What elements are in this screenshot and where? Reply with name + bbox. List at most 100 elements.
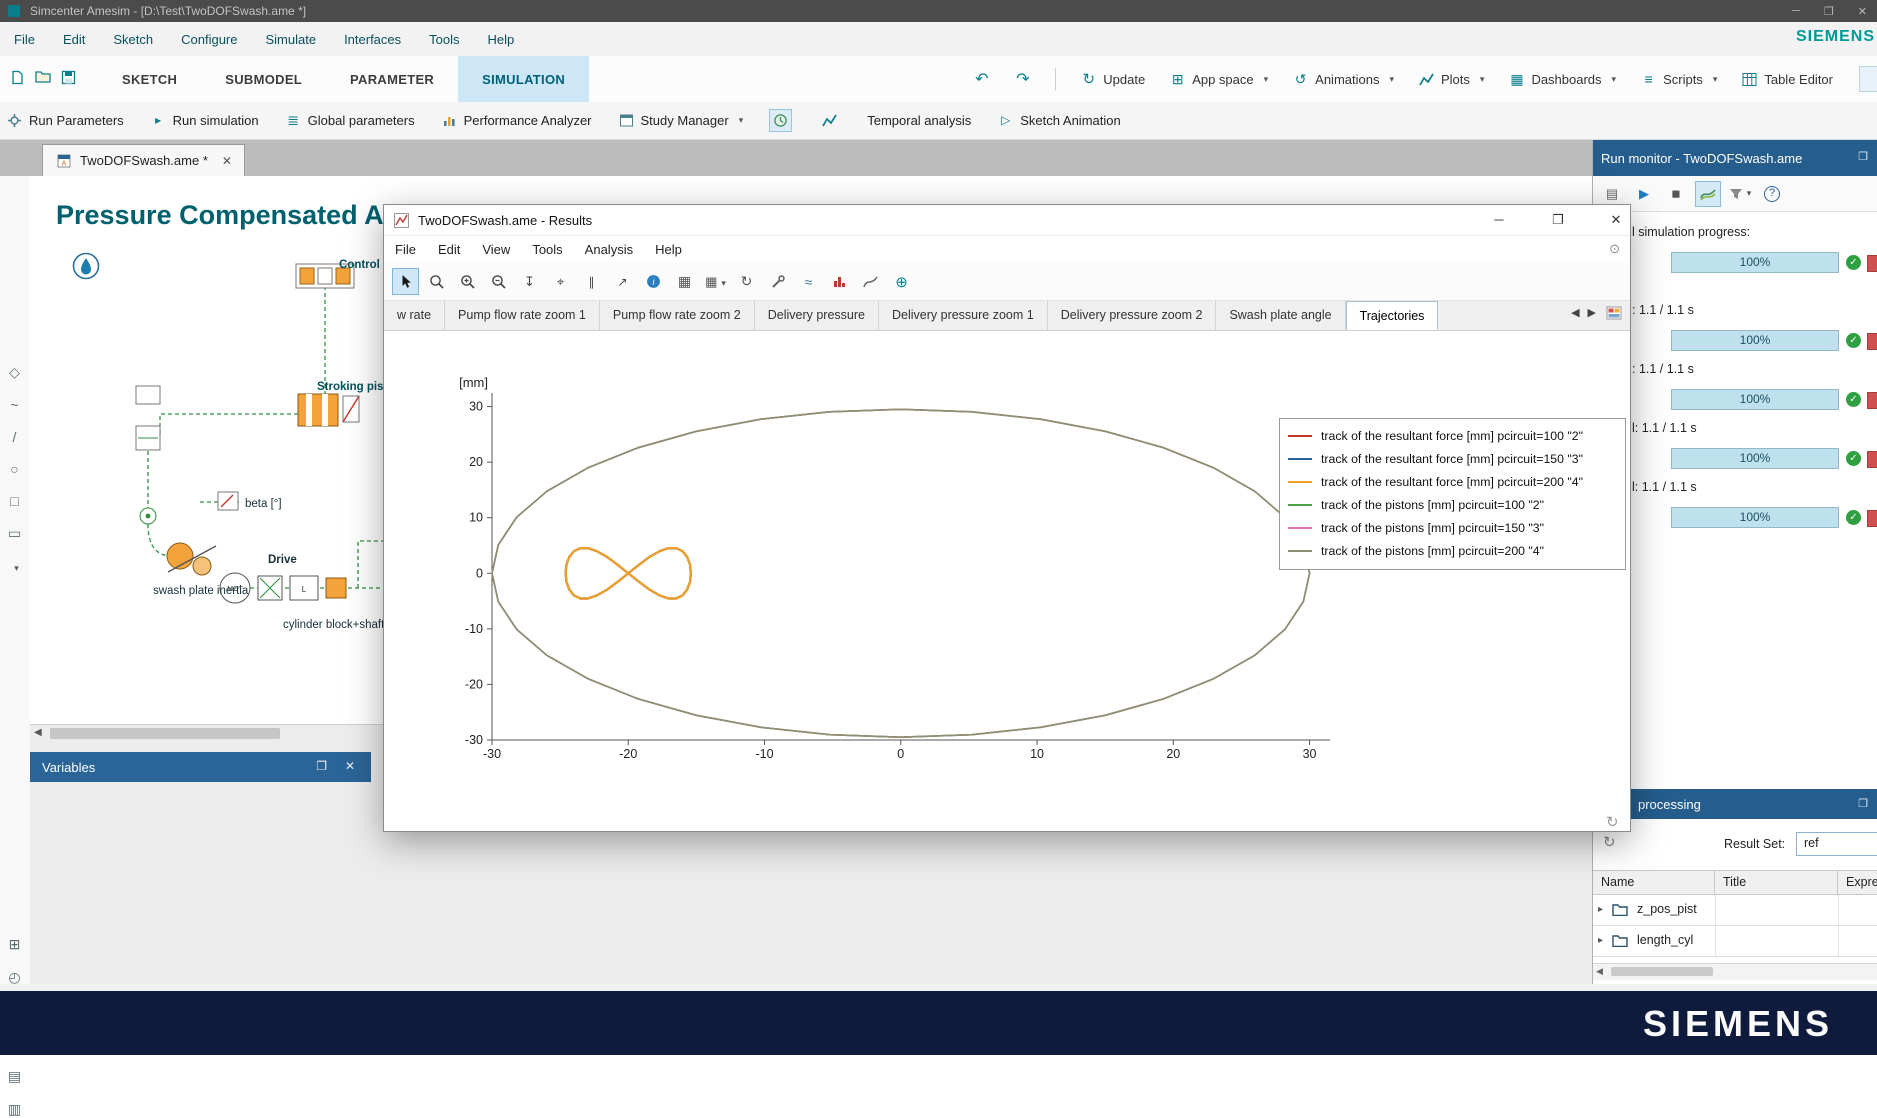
tab-list-icon[interactable] <box>1606 305 1622 324</box>
action-app-space[interactable]: ⊞ App space ▾ <box>1169 71 1268 88</box>
sim-run-simulation[interactable]: ▸ Run simulation <box>150 112 259 129</box>
column-header-name[interactable]: Name <box>1593 871 1715 894</box>
results-menu-tools[interactable]: Tools <box>521 242 573 257</box>
tool-more-icon[interactable]: ▾ <box>10 558 19 574</box>
column-header-expres[interactable]: Expres <box>1838 871 1877 894</box>
scroll-thumb[interactable] <box>1611 967 1713 976</box>
run-monitor-header[interactable]: Run monitor - TwoDOFSwash.ame ❐ <box>1593 140 1877 176</box>
menu-sketch[interactable]: Sketch <box>99 32 167 47</box>
monitor-tool-help[interactable]: ? <box>1759 181 1785 207</box>
panel-close-icon[interactable]: ✕ <box>345 759 355 773</box>
panel-dock-icon[interactable]: ❐ <box>1858 150 1868 163</box>
tool-circle-icon[interactable]: ○ <box>10 461 18 477</box>
plot-tool-zoomout[interactable] <box>485 268 512 295</box>
tool-panel-icon[interactable]: ▥ <box>8 1101 21 1118</box>
results-menu-help[interactable]: Help <box>644 242 693 257</box>
monitor-tool-monitor[interactable]: ▤ <box>1599 181 1625 207</box>
tabs-next-icon[interactable]: ▶ <box>1588 306 1596 319</box>
tool-signal-icon[interactable]: ~ <box>10 397 18 413</box>
plot-tool-markerslope[interactable]: ↗ <box>609 268 636 295</box>
table-row-length-cyl[interactable]: ▸ length_cyl <box>1593 926 1877 957</box>
plot-tool-zoomdyn[interactable] <box>423 268 450 295</box>
sim-global-parameters[interactable]: ≣ Global parameters <box>285 112 414 129</box>
sim-study-manager[interactable]: Study Manager ▾ <box>618 112 743 129</box>
undo-icon[interactable]: ↶ <box>973 71 990 88</box>
plot-tab-pump-flow-rate-zoom-1[interactable]: Pump flow rate zoom 1 <box>445 301 600 330</box>
temporal1-button[interactable] <box>769 109 793 132</box>
window-minimize-button[interactable]: ─ <box>1792 5 1800 17</box>
plot-tab-delivery-pressure[interactable]: Delivery pressure <box>755 301 879 330</box>
tool-shape-icon[interactable]: ▭ <box>8 525 21 542</box>
plot-tool-tablemenu[interactable]: ▦ ▾ <box>702 268 729 295</box>
tab-close-icon[interactable]: ✕ <box>222 154 232 168</box>
expand-arrow-icon[interactable]: ▸ <box>1598 904 1603 915</box>
column-header-title[interactable]: Title <box>1715 871 1838 894</box>
plot-tool-zoomin[interactable] <box>454 268 481 295</box>
temporal2-button[interactable] <box>818 109 841 132</box>
clipped-action-icon[interactable] <box>1867 510 1877 527</box>
action-table-editor[interactable]: Table Editor <box>1741 71 1833 88</box>
plot-tab-delivery-pressure-zoom-1[interactable]: Delivery pressure zoom 1 <box>879 301 1048 330</box>
plot-tab-delivery-pressure-zoom-2[interactable]: Delivery pressure zoom 2 <box>1048 301 1217 330</box>
monitor-tool-plotcurves[interactable] <box>1695 180 1721 207</box>
plot-tool-curveexp[interactable] <box>857 268 884 295</box>
pin-icon[interactable]: ⊙ <box>1609 241 1620 257</box>
plot-tab-w-rate[interactable]: w rate <box>384 301 446 330</box>
plot-tool-table[interactable]: ▦ <box>671 268 698 295</box>
menu-file[interactable]: File <box>0 32 49 47</box>
panel-dock-icon[interactable]: ❐ <box>1858 797 1868 810</box>
menu-simulate[interactable]: Simulate <box>251 32 330 47</box>
action-animations[interactable]: ↺ Animations ▾ <box>1292 71 1394 88</box>
plot-tool-cursor[interactable] <box>392 268 419 295</box>
scroll-left-icon[interactable]: ◀ <box>34 727 42 738</box>
scroll-left-icon[interactable]: ◀ <box>1596 966 1603 977</box>
mode-tab-sketch[interactable]: SKETCH <box>98 56 201 102</box>
mode-tab-simulation[interactable]: SIMULATION <box>458 56 590 102</box>
monitor-tool-filter[interactable]: ▾ <box>1727 181 1753 207</box>
menu-interfaces[interactable]: Interfaces <box>330 32 415 47</box>
refresh-results-icon[interactable]: ↻ <box>1603 833 1616 851</box>
plot-tab-pump-flow-rate-zoom-2[interactable]: Pump flow rate zoom 2 <box>600 301 755 330</box>
mode-tab-submodel[interactable]: SUBMODEL <box>201 56 326 102</box>
plot-tool-addcircle[interactable]: ⊕ <box>888 268 915 295</box>
plot-tab-swash-plate-angle[interactable]: Swash plate angle <box>1216 301 1346 330</box>
sim-run-parameters[interactable]: Run Parameters <box>6 112 124 129</box>
clipped-action-icon[interactable] <box>1867 333 1877 350</box>
tool-line-icon[interactable]: / <box>13 429 17 445</box>
results-menu-view[interactable]: View <box>471 242 521 257</box>
results-menu-edit[interactable]: Edit <box>427 242 471 257</box>
plot-tool-markerplus[interactable]: ⌖ <box>547 268 574 295</box>
action-plots[interactable]: Plots ▾ <box>1418 71 1484 88</box>
results-title-bar[interactable]: TwoDOFSwash.ame - Results ─ ❐ ✕ <box>384 205 1630 236</box>
plot-tool-histogram[interactable] <box>826 268 853 295</box>
menu-configure[interactable]: Configure <box>167 32 251 47</box>
clipped-action-icon[interactable] <box>1867 392 1877 409</box>
tool-rect-icon[interactable]: □ <box>10 493 18 509</box>
open-file-button[interactable] <box>35 70 51 88</box>
window-maximize-button[interactable]: ❐ <box>1824 5 1834 18</box>
post-processing-header[interactable]: processing ❐ <box>1593 789 1877 819</box>
tabs-prev-icon[interactable]: ◀ <box>1571 306 1579 319</box>
sim-performance-analyzer[interactable]: Performance Analyzer <box>441 112 592 129</box>
expand-arrow-icon[interactable]: ▸ <box>1598 935 1603 946</box>
clipped-action-icon[interactable] <box>1867 451 1877 468</box>
post-table-hscrollbar[interactable]: ◀ <box>1593 963 1877 980</box>
plot-tool-refresh2[interactable]: ↻ <box>733 268 760 295</box>
results-close-button[interactable]: ✕ <box>1600 205 1632 235</box>
scroll-thumb[interactable] <box>50 728 280 739</box>
tool-component-icon[interactable]: ◇ <box>9 364 20 381</box>
panel-float-icon[interactable]: ❐ <box>316 759 327 773</box>
clipped-action-icon[interactable] <box>1867 255 1877 272</box>
action-scripts[interactable]: ≡ Scripts ▾ <box>1640 71 1717 88</box>
results-menu-file[interactable]: File <box>384 242 427 257</box>
document-tab[interactable]: A TwoDOFSwash.ame * ✕ <box>42 144 245 176</box>
results-menu-analysis[interactable]: Analysis <box>574 242 644 257</box>
save-file-button[interactable] <box>61 70 76 88</box>
plot-tab-trajectories[interactable]: Trajectories <box>1345 301 1439 330</box>
plot-tool-markerpair[interactable]: ∥ <box>578 268 605 295</box>
monitor-tool-stop[interactable]: ◼ <box>1663 181 1689 207</box>
sim-temporal-analysis[interactable]: Temporal analysis <box>867 113 971 128</box>
plot-tool-timeinfo[interactable]: i <box>640 268 667 295</box>
monitor-tool-play[interactable]: ▶ <box>1631 181 1657 207</box>
menu-tools[interactable]: Tools <box>415 32 473 47</box>
